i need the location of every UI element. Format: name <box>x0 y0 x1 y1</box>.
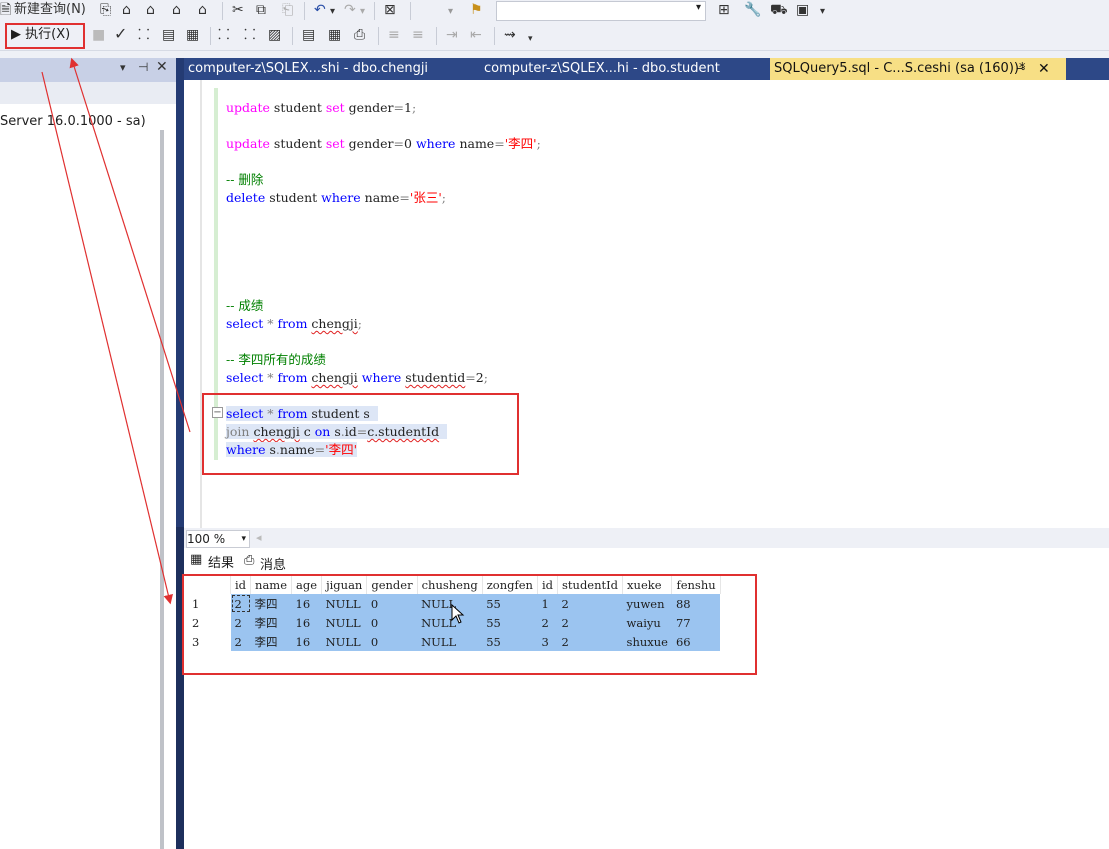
results-tabbar: ▦ 结果 ⎙ 消息 <box>184 548 1109 574</box>
results-text-icon[interactable]: ▤ <box>302 26 315 44</box>
annotation-box-query <box>202 393 519 475</box>
search-combobox[interactable]: ▾ <box>496 1 706 21</box>
query-options-icon[interactable]: ▤ <box>162 26 175 44</box>
results-grid-icon[interactable]: ▦ <box>328 26 341 44</box>
messages-icon: ⎙ <box>244 553 255 568</box>
object-explorer <box>0 58 176 849</box>
wrench-icon[interactable]: 🔧 <box>744 1 761 19</box>
code-line: update student set gender=0 where name='… <box>226 136 541 151</box>
code-line: select * from chengji; <box>226 316 363 331</box>
tab-student[interactable]: computer-z\SQLEX...hi - dbo.student <box>480 58 754 80</box>
live-stats-icon[interactable]: ⸬ <box>244 26 256 44</box>
new-query-icon[interactable]: 🗎 <box>0 1 11 19</box>
server-node[interactable]: Server 16.0.1000 - sa) <box>0 114 146 129</box>
mdx-query-icon[interactable]: ⌂ <box>122 1 131 19</box>
pin-icon[interactable]: ⊣ <box>138 60 148 74</box>
chevron-down-icon: ▾ <box>241 534 246 544</box>
terminal-icon[interactable]: ▣ <box>796 1 809 19</box>
scroll-left-icon[interactable]: ◂ <box>256 531 262 544</box>
copy-icon[interactable]: ⧉ <box>256 1 266 19</box>
tab-sqlquery5-label: SQLQuery5.sql - C...S.ceshi (sa (160))* <box>774 61 1026 76</box>
find-icon[interactable]: ⚑ <box>470 1 483 19</box>
properties-icon[interactable]: ⊞ <box>718 1 730 19</box>
tab-chengji[interactable]: computer-z\SQLEX...shi - dbo.chengji <box>184 58 468 80</box>
outdent-icon[interactable]: ⇤ <box>470 26 482 44</box>
editor-status <box>184 528 1109 548</box>
include-plan-icon[interactable]: ⸬ <box>218 26 230 44</box>
chevron-down-icon: ▾ <box>695 2 701 13</box>
pin-icon[interactable]: ⊸ <box>1016 58 1025 80</box>
specify-values-icon[interactable]: ⇝ <box>504 26 516 44</box>
results-file-icon[interactable]: ⎙ <box>354 26 365 44</box>
object-explorer-header: ▾ ⊣ ✕ <box>0 58 176 82</box>
toolbox-icon[interactable]: ⛟ <box>770 1 788 19</box>
uncomment-icon[interactable]: ≡ <box>412 26 424 44</box>
code-comment: -- 删除 <box>226 172 264 187</box>
code-line: select * from chengji where studentid=2; <box>226 370 488 385</box>
redo-icon[interactable]: ↷ <box>344 1 356 19</box>
close-icon[interactable]: ✕ <box>156 59 168 75</box>
new-query-button[interactable]: 新建查询(N) <box>14 1 86 19</box>
code-comment: -- 成绩 <box>226 298 264 313</box>
document-tabs: computer-z\SQLEX...shi - dbo.chengji com… <box>184 58 1109 80</box>
dmx-query-icon[interactable]: ⌂ <box>146 1 155 19</box>
close-tab-icon[interactable]: ✕ <box>1038 58 1050 80</box>
scrollbar[interactable] <box>160 130 164 849</box>
code-line: delete student where name='张三'; <box>226 190 446 205</box>
display-plan-icon[interactable]: ⸬ <box>138 26 150 44</box>
annotation-box-execute <box>5 23 85 49</box>
cut-icon[interactable]: ✂ <box>232 1 244 19</box>
code-line: update student set gender=1; <box>226 100 417 115</box>
tab-sqlquery5[interactable]: SQLQuery5.sql - C...S.ceshi (sa (160))* … <box>770 58 1066 80</box>
screenshot-icon[interactable]: ⊠ <box>384 1 396 19</box>
indent-icon[interactable]: ⇥ <box>446 26 458 44</box>
zoom-dropdown[interactable]: 100 % ▾ <box>186 530 250 548</box>
toolbar-overflow-icon[interactable]: ▾ <box>528 30 533 48</box>
mouse-cursor-icon <box>451 604 465 624</box>
more-dropdown-icon[interactable]: ▾ <box>820 3 825 21</box>
results-grid-icon: ▦ <box>190 552 203 567</box>
code-comment: -- 李四所有的成绩 <box>226 352 326 367</box>
intellisense-icon[interactable]: ▦ <box>186 26 199 44</box>
toolbar-top: 🗎 新建查询(N) ⎘ ⌂ ⌂ ⌂ ⌂ ✂ ⧉ ⎗ ↶ ▾ ↷ ▾ ⊠ ▾ ⚑ … <box>0 0 1109 22</box>
annotation-box-results <box>182 574 757 675</box>
xmla-query-icon[interactable]: ⌂ <box>172 1 181 19</box>
tab-results[interactable]: 结果 <box>208 552 234 571</box>
dax-query-icon[interactable]: ⌂ <box>198 1 207 19</box>
solution-config-dropdown-icon[interactable]: ▾ <box>448 3 453 21</box>
client-stats-icon[interactable]: ▨ <box>268 26 281 44</box>
query-icon[interactable]: ⎘ <box>100 1 111 19</box>
panel-dropdown-icon[interactable]: ▾ <box>120 61 126 74</box>
tab-messages[interactable]: 消息 <box>260 554 286 573</box>
object-explorer-toolbar <box>0 82 176 104</box>
parse-checkmark-icon[interactable]: ✓ <box>114 25 127 43</box>
paste-icon[interactable]: ⎗ <box>282 1 293 19</box>
comment-icon[interactable]: ≡ <box>388 26 400 44</box>
undo-icon[interactable]: ↶ <box>314 1 326 19</box>
undo-dropdown-icon[interactable]: ▾ <box>330 3 335 21</box>
toolbar-query: ▶ 执行(X) ■ ✓ ⸬ ▤ ▦ ⸬ ⸬ ▨ ▤ ▦ ⎙ ≡ ≡ ⇥ ⇤ ⇝ … <box>0 22 1109 51</box>
redo-dropdown-icon[interactable]: ▾ <box>360 3 365 21</box>
zoom-value: 100 % <box>187 532 226 546</box>
stop-icon[interactable]: ■ <box>92 26 105 44</box>
